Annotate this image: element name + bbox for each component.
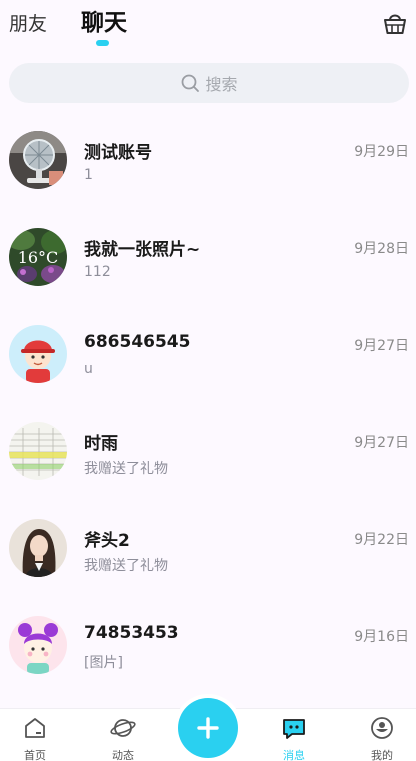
avatar [9,616,67,674]
chat-list: 测试账号 9月29日 1 16°C 我就一张照片~ 9月28日 112 6865… [0,115,416,697]
chat-item[interactable]: 测试账号 9月29日 1 [0,115,416,212]
chat-preview: 1 [84,167,93,183]
chat-preview: [图片] [84,655,123,671]
nav-item-profile[interactable]: 我的 [347,709,416,761]
nav-item-home[interactable]: 首页 [0,709,70,761]
search-icon [182,74,200,92]
active-tab-indicator [96,40,109,46]
planet-icon [110,719,136,737]
tab-chat[interactable]: 聊天 [81,3,127,37]
profile-icon [371,717,393,739]
nav-item-moments[interactable]: 动态 [88,709,158,761]
chat-preview: 我赠送了礼物 [84,558,168,574]
chat-item[interactable]: 74853453 9月16日 [图片] [0,600,416,697]
chat-date: 9月29日 [354,144,409,160]
add-button[interactable] [178,698,238,758]
chat-item[interactable]: 16°C 我就一张照片~ 9月28日 112 [0,212,416,309]
chat-item[interactable]: 斧头2 9月22日 我赠送了礼物 [0,503,416,600]
chat-date: 9月28日 [354,241,409,257]
chat-name: 测试账号 [84,143,152,163]
tab-friends[interactable]: 朋友 [9,9,47,36]
chat-name: 我就一张照片~ [84,240,201,260]
chat-name: 686546545 [84,332,191,352]
avatar [9,325,67,383]
plus-icon [197,717,219,739]
chat-date: 9月16日 [354,629,409,645]
avatar: 16°C [9,228,67,286]
search-placeholder: 搜索 [205,75,238,94]
chat-name: 时雨 [84,434,118,454]
search-bar[interactable]: 搜索 [9,63,409,103]
chat-date: 9月27日 [354,435,409,451]
basket-icon[interactable] [382,10,408,36]
chat-preview: 我赠送了礼物 [84,461,168,477]
home-icon [25,718,45,738]
chat-preview: u [84,361,93,377]
chat-name: 74853453 [84,623,179,643]
chat-preview: 112 [84,264,111,280]
chat-item[interactable]: 686546545 9月27日 u [0,309,416,406]
nav-label: 首页 [24,749,46,761]
avatar [9,519,67,577]
nav-item-messages[interactable]: 消息 [259,709,329,761]
message-icon [283,719,305,739]
avatar [9,131,67,189]
chat-item[interactable]: 时雨 9月27日 我赠送了礼物 [0,406,416,503]
nav-label: 我的 [371,749,393,761]
nav-label: 消息 [283,749,305,761]
nav-label: 动态 [112,749,134,761]
chat-name: 斧头2 [84,531,130,551]
header: 朋友 聊天 [0,0,416,56]
avatar-temperature-text: 16°C [18,248,59,267]
chat-date: 9月22日 [354,532,409,548]
chat-date: 9月27日 [354,338,409,354]
avatar [9,422,67,480]
